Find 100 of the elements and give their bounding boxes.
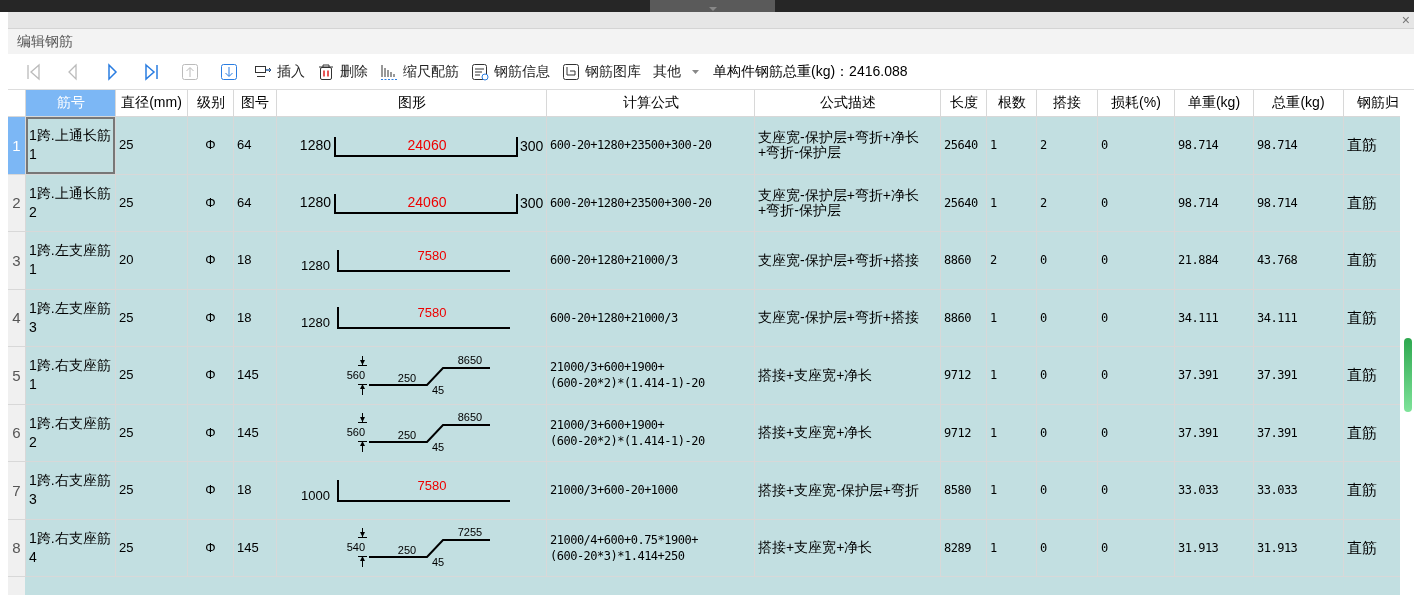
dimension-label: 24060 <box>407 194 447 211</box>
table-cell: 2 <box>1037 174 1097 231</box>
table-cell: 43.768 <box>1254 232 1343 289</box>
table-cell: 25 <box>116 174 187 231</box>
table-cell: 25 <box>116 519 187 576</box>
table-cell: 37.391 <box>1175 347 1253 404</box>
row-header[interactable]: 6 <box>8 404 25 461</box>
dimension-label: 1280 <box>301 257 330 273</box>
dimension-label: 540 <box>346 541 365 554</box>
table-cell: 0 <box>1098 519 1174 576</box>
table-cell: 31.913 <box>1175 519 1253 576</box>
table-cell: 0 <box>1037 289 1097 346</box>
column-header[interactable]: 长度 <box>941 90 986 116</box>
column-header[interactable]: 损耗(%) <box>1098 90 1174 116</box>
table-cell: 145 <box>234 347 276 404</box>
column-header[interactable]: 根数 <box>987 90 1036 116</box>
table-cell: 9712 <box>941 404 986 461</box>
table-corner <box>8 90 25 116</box>
table-cell: 18 <box>234 232 276 289</box>
table-cell: 2 <box>1037 117 1097 174</box>
table-cell: 0 <box>1098 117 1174 174</box>
column-header[interactable]: 图号 <box>234 90 276 116</box>
row-header[interactable]: 4 <box>8 289 25 346</box>
table-cell: 1跨.上通长筋2 <box>26 174 115 231</box>
table-cell: 21000/4+600+0.75*1900+ (600-20*3)*1.414+250 <box>547 519 754 576</box>
dimension-label: 250 <box>397 429 417 442</box>
table-cell: 98.714 <box>1175 117 1253 174</box>
table-cell: 0 <box>1037 404 1097 461</box>
table-cell: 支座宽-保护层+弯折+净长+弯折-保护层 <box>755 174 940 231</box>
row-header[interactable]: 3 <box>8 232 25 289</box>
toolbar-button[interactable]: 钢筋信息 <box>465 58 556 85</box>
table-cell: 0 <box>1037 519 1097 576</box>
table-cell: 搭接+支座宽+净长 <box>755 347 940 404</box>
row-header[interactable]: 8 <box>8 519 25 576</box>
row-header[interactable]: 5 <box>8 347 25 404</box>
table-cell: 33.033 <box>1175 462 1253 519</box>
table-cell: 600-20+1280+21000/3 <box>547 232 754 289</box>
table-cell: 25 <box>116 347 187 404</box>
column-header[interactable]: 级别 <box>188 90 233 116</box>
table-cell: 600-20+1280+21000/3 <box>547 289 754 346</box>
arrow-box-icon <box>180 62 199 81</box>
table-cell: 25640 <box>941 117 986 174</box>
dimension-label: 560 <box>346 368 365 381</box>
table-cell: Φ <box>188 232 233 289</box>
table-cell: 0 <box>1037 347 1097 404</box>
column-header[interactable]: 直径(mm) <box>116 90 187 116</box>
table-cell: 搭接+支座宽+净长 <box>755 404 940 461</box>
close-button[interactable]: × <box>1397 13 1414 27</box>
table-cell: 支座宽-保护层+弯折+搭接 <box>755 289 940 346</box>
scrollbar-thumb[interactable] <box>1404 338 1412 412</box>
table-cell: 600-20+1280+23500+300-20 <box>547 174 754 231</box>
dimension-label: 7580 <box>417 247 447 263</box>
table-cell: 0 <box>1098 462 1174 519</box>
row-header[interactable]: 2 <box>8 174 25 231</box>
table-cell: 1 <box>987 289 1036 346</box>
table-cell: 1 <box>987 462 1036 519</box>
toolbar-button[interactable]: 钢筋图库 <box>556 58 647 85</box>
bar-ruler-icon <box>380 62 398 81</box>
table-cell: 8580 <box>941 462 986 519</box>
table-cell: 18 <box>234 462 276 519</box>
table-cell: 37.391 <box>1254 347 1343 404</box>
document-info-icon <box>471 62 489 81</box>
toolbar-button[interactable]: 删除 <box>311 58 374 85</box>
table-cell: 21000/3+600+1900+ (600-20*2)*(1.414-1)-20 <box>547 347 754 404</box>
dimension-label: 250 <box>397 544 417 557</box>
table-cell: 2 <box>987 232 1036 289</box>
table-cell: 0 <box>1037 232 1097 289</box>
table-cell: 9712 <box>941 347 986 404</box>
table-cell: 1跨.左支座筋1 <box>26 232 115 289</box>
table-cell: 1跨.上通长筋1 <box>26 117 115 174</box>
table-cell: 8860 <box>941 232 986 289</box>
table-cell: 搭接+支座宽+净长 <box>755 519 940 576</box>
table-cell: Φ <box>188 404 233 461</box>
table-cell: 搭接+支座宽-保护层+弯折 <box>755 462 940 519</box>
dimension-label: 24060 <box>407 136 447 153</box>
column-header[interactable]: 公式描述 <box>755 90 940 116</box>
panel-title: 编辑钢筋 <box>17 32 73 51</box>
dimension-label: 8650 <box>457 353 483 366</box>
splitter-handle[interactable] <box>650 0 775 12</box>
toolbar-button[interactable]: 插入 <box>248 58 311 85</box>
column-header[interactable]: 搭接 <box>1037 90 1097 116</box>
dimension-label: 300 <box>520 137 544 154</box>
row-header[interactable]: 7 <box>8 462 25 519</box>
dimension-label: 45 <box>431 556 445 569</box>
column-header[interactable]: 图形 <box>277 90 546 116</box>
table-cell: 8289 <box>941 519 986 576</box>
total-weight-label: 单构件钢筋总重(kg)：2416.088 <box>713 62 908 81</box>
column-header[interactable]: 总重(kg) <box>1254 90 1343 116</box>
column-header[interactable]: 计算公式 <box>547 90 754 116</box>
dimension-label: 250 <box>397 371 417 384</box>
table-cell: 0 <box>1098 232 1174 289</box>
table-cell: 0 <box>1098 347 1174 404</box>
toolbar-button[interactable]: 缩尺配筋 <box>374 58 465 85</box>
other-dropdown[interactable]: 其他 <box>647 58 705 85</box>
column-header[interactable]: 单重(kg) <box>1175 90 1253 116</box>
table-cell: 25 <box>116 404 187 461</box>
table-cell: 98.714 <box>1254 174 1343 231</box>
table-cell: 0 <box>1037 462 1097 519</box>
table-cell: 0 <box>1098 289 1174 346</box>
table-cell: 145 <box>234 519 276 576</box>
